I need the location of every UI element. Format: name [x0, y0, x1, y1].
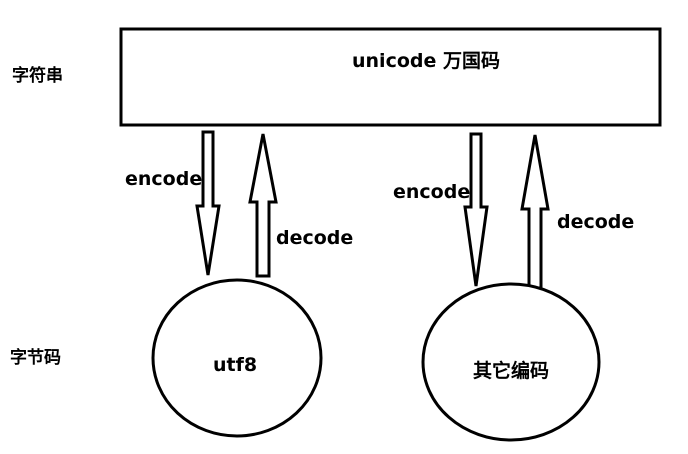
left-decode-arrow	[248, 133, 278, 278]
utf8-node-label: utf8	[213, 354, 258, 376]
unicode-box-label: unicode 万国码	[352, 50, 500, 72]
left-decode-label: decode	[276, 227, 354, 249]
right-decode-label: decode	[557, 211, 635, 233]
bytes-layer-label: 字节码	[10, 348, 61, 368]
string-layer-label: 字符串	[12, 66, 63, 86]
other-encoding-node-label: 其它编码	[473, 360, 550, 382]
unicode-box	[119, 27, 662, 127]
right-decode-arrow	[520, 134, 550, 290]
right-encode-label: encode	[393, 181, 471, 203]
left-encode-arrow	[195, 130, 221, 276]
right-encode-arrow	[463, 132, 489, 287]
left-encode-label: encode	[125, 168, 203, 190]
